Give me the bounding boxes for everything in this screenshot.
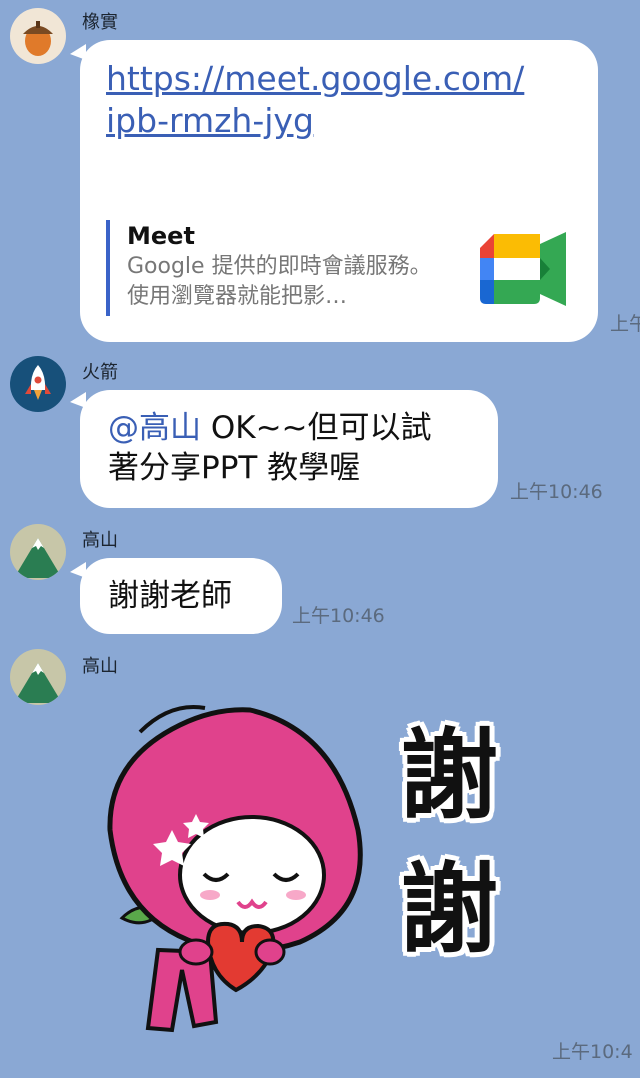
sticker-text-2: 謝 bbox=[400, 853, 499, 967]
sticker[interactable]: 謝 謝 bbox=[100, 690, 520, 1050]
preview-title: Meet bbox=[127, 222, 195, 250]
link-line-1[interactable]: https://meet.google.com/ bbox=[106, 58, 524, 100]
sender-name: 高山 bbox=[82, 656, 118, 677]
avatar-rocket[interactable] bbox=[10, 356, 66, 412]
sender-name: 高山 bbox=[82, 530, 118, 551]
google-meet-icon bbox=[480, 232, 566, 306]
timestamp: 上午10:46 bbox=[510, 481, 603, 503]
mountain-icon bbox=[14, 538, 62, 578]
peach-character-sticker bbox=[107, 705, 363, 1033]
message-text-line-1: OK~~但可以試 bbox=[201, 410, 432, 446]
link-message-bubble[interactable]: https://meet.google.com/ ipb-rmzh-jyg Me… bbox=[80, 40, 598, 342]
timestamp: 上午10:46 bbox=[292, 605, 385, 627]
avatar-mountain[interactable] bbox=[10, 649, 66, 705]
avatar-mountain[interactable] bbox=[10, 524, 66, 580]
avatar-acorn[interactable] bbox=[10, 8, 66, 64]
link-preview[interactable]: Meet Google 提供的即時會議服務。使用瀏覽器就能把影… bbox=[106, 220, 446, 316]
sender-name: 火箭 bbox=[82, 362, 118, 383]
preview-description: Google 提供的即時會議服務。使用瀏覽器就能把影… bbox=[127, 254, 432, 309]
sender-name: 橡實 bbox=[82, 12, 118, 33]
link-line-2[interactable]: ipb-rmzh-jyg bbox=[106, 100, 524, 142]
timestamp: 上午 bbox=[610, 313, 640, 335]
meet-link[interactable]: https://meet.google.com/ ipb-rmzh-jyg bbox=[106, 58, 524, 142]
timestamp: 上午10:4 bbox=[552, 1041, 633, 1063]
message-text: @高山 OK~~但可以試 著分享PPT 教學喔 bbox=[108, 408, 498, 488]
mountain-icon bbox=[14, 663, 62, 703]
message-text-line-2: 著分享PPT 教學喔 bbox=[108, 450, 361, 486]
text-message-bubble[interactable]: 謝謝老師 bbox=[80, 558, 282, 634]
rocket-icon bbox=[25, 365, 51, 400]
message-text: 謝謝老師 bbox=[108, 578, 232, 614]
sticker-text-1: 謝 bbox=[400, 719, 499, 833]
user-mention[interactable]: @高山 bbox=[108, 410, 201, 446]
acorn-icon bbox=[23, 21, 53, 56]
text-message-bubble[interactable]: @高山 OK~~但可以試 著分享PPT 教學喔 bbox=[80, 390, 498, 508]
